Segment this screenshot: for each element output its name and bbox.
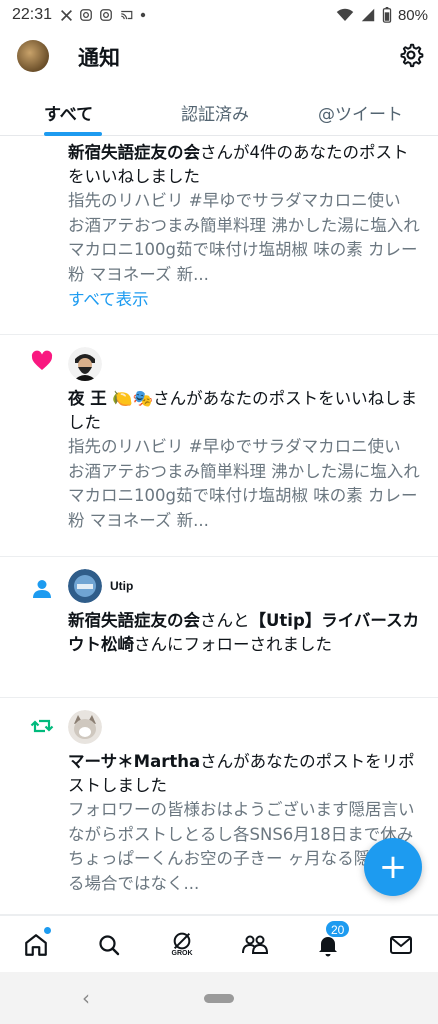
messages-icon (390, 936, 412, 954)
status-right-icons: 80% (336, 0, 428, 30)
avatar-label: Utip (110, 579, 134, 593)
signal-icon (361, 8, 375, 22)
status-time: 22:31 (12, 6, 53, 23)
notification-text: 新宿失語症友の会さんと【Utip】ライバースカウト松崎さんにフォローされました (68, 611, 420, 654)
gear-icon[interactable] (398, 42, 424, 68)
page-title: 通知 (78, 46, 120, 70)
actor-name[interactable]: 新宿失語症友の会 (68, 611, 200, 630)
avatar[interactable] (68, 347, 102, 381)
notification-item[interactable]: 新宿失語症友の会さんが4件のあなたのポストをいいねしました 指先のリハビリ #早… (0, 137, 438, 335)
cast-icon (121, 10, 133, 20)
person-icon (33, 580, 51, 598)
notification-text: 新宿失語症友の会さんが4件のあなたのポストをいいねしました (68, 143, 409, 186)
avatar[interactable] (68, 710, 102, 744)
avatar-row (68, 347, 422, 381)
tab-mentions[interactable]: @ツイート (318, 100, 403, 125)
notification-item[interactable]: Utip 新宿失語症友の会さんと【Utip】ライバースカウト松崎さんにフォローさ… (0, 557, 438, 698)
nav-messages[interactable] (384, 928, 418, 962)
nav-communities[interactable] (238, 928, 272, 962)
x-logo-icon (61, 9, 72, 21)
nav-grok[interactable]: GROK (165, 928, 199, 962)
actor-name[interactable]: マーサ＊Martha (68, 752, 200, 771)
grok-icon (173, 932, 191, 950)
home-icon (25, 934, 47, 956)
notification-item[interactable]: 夜 王 🍋🎭さんがあなたのポストをいいねしました 指先のリハビリ #早ゆでサラダ… (0, 335, 438, 557)
notification-tabs: すべて 認証済み @ツイート (0, 92, 438, 136)
avatar-row: Utip (68, 569, 422, 603)
wifi-icon (336, 8, 354, 21)
battery-percent: 80% (397, 6, 428, 24)
notification-feed[interactable]: 新宿失語症友の会さんが4件のあなたのポストをいいねしました 指先のリハビリ #早… (0, 137, 438, 915)
dot-icon (140, 12, 146, 18)
avatar[interactable] (68, 569, 102, 603)
notifications-badge: 20 (325, 920, 351, 938)
grok-label: GROK (171, 950, 193, 957)
tab-indicator (44, 132, 102, 136)
nav-home[interactable] (19, 927, 53, 962)
post-snippet: 指先のリハビリ #早ゆでサラダマカロニ使い お酒アテおつまみ簡単料理 沸かした湯… (68, 437, 420, 530)
actor-name[interactable]: 新宿失語症友の会 (68, 143, 200, 162)
tab-all[interactable]: すべて (44, 100, 93, 125)
back-chevron-icon[interactable]: ‹ (82, 986, 90, 1010)
tab-verified[interactable]: 認証済み (181, 100, 249, 125)
search-icon (99, 935, 120, 956)
compose-button[interactable]: + (364, 838, 422, 896)
repost-icon (30, 719, 54, 733)
app-header: 通知 (0, 34, 438, 80)
nav-notifications[interactable]: 20 (311, 920, 351, 962)
battery-icon (382, 7, 392, 23)
status-bar: 22:31 80% (0, 0, 438, 30)
instagram-icon (80, 9, 92, 21)
home-unread-dot (44, 927, 51, 934)
notification-text: マーサ＊Marthaさんがあなたのポストをリポストしました (68, 752, 415, 795)
profile-avatar[interactable] (17, 40, 49, 72)
system-nav-bar: ‹ (0, 972, 438, 1024)
actor-emoji: 🍋🎭 (112, 389, 154, 408)
home-gesture-pill[interactable] (204, 994, 234, 1003)
avatar-row (68, 710, 422, 744)
show-all-link[interactable]: すべて表示 (68, 287, 422, 313)
post-snippet: 指先のリハビリ #早ゆでサラダマカロニ使い お酒アテおつまみ簡単料理 沸かした湯… (68, 191, 420, 284)
bottom-nav: GROK 20 (0, 915, 438, 971)
communities-icon (242, 935, 269, 954)
heart-icon (31, 350, 53, 370)
instagram-icon (100, 9, 112, 21)
notification-text: 夜 王 🍋🎭さんがあなたのポストをいいねしました (68, 389, 418, 432)
nav-search[interactable] (92, 928, 126, 962)
status-left-icons (60, 8, 146, 22)
actor-name[interactable]: 夜 王 (68, 389, 107, 408)
